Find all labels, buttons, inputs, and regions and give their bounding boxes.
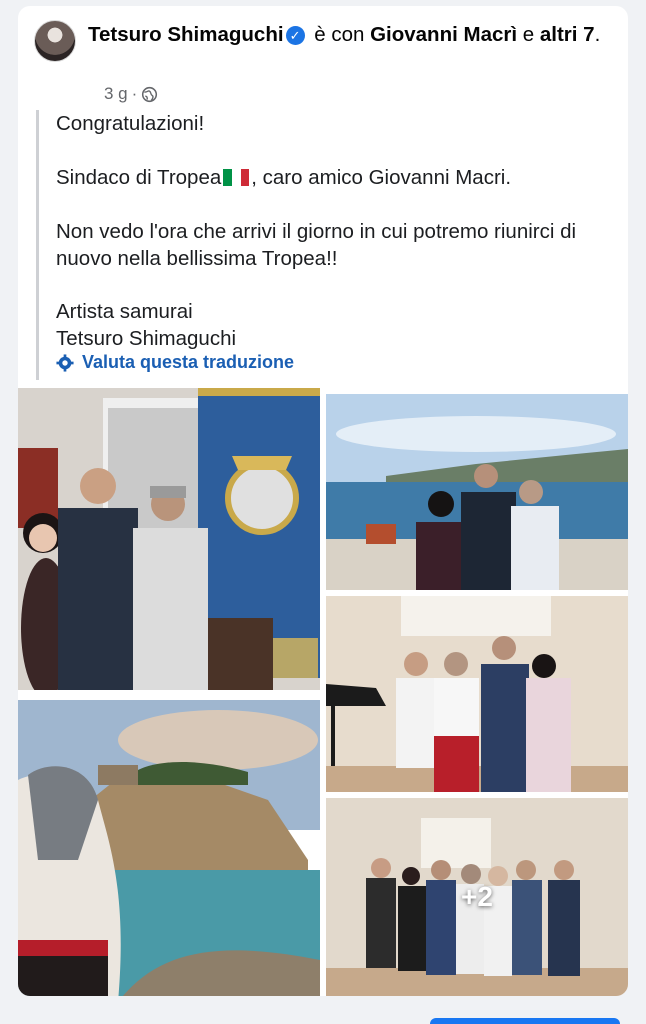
meta-separator: · [131,84,138,103]
text-line-3: Non vedo l'ora che arrivi il giorno in c… [56,220,577,270]
text-line-5: Tetsuro Shimaguchi [56,327,237,350]
and-text: e [522,23,535,46]
photo-sea-terrace[interactable] [326,394,628,590]
rate-translation-label: Valuta questa traduzione [82,352,295,372]
text-line-2: Sindaco di Tropea , caro amico Giovanni … [56,164,511,191]
post-title: Tetsuro Shimaguchi ✓ è con Giovanni Macrì… [88,20,608,50]
photo-gallery: +2 [18,388,628,996]
post-card: Tetsuro Shimaguchi ✓ è con Giovanni Macrì… [18,6,628,996]
text-line-4: Artista samurai [56,300,193,323]
post-meta: 3 g · [104,84,158,104]
photo-island-rock[interactable] [18,700,320,996]
avatar[interactable] [34,20,76,62]
photo-town-hall[interactable] [18,388,320,690]
photo-concert-hall[interactable] [326,596,628,792]
gear-icon [56,353,74,372]
more-photos-count[interactable]: +2 [326,798,628,996]
text-line-2a: Sindaco di Tropea [56,166,222,189]
with-text: è con [314,23,365,46]
others-link[interactable]: altri 7 [540,23,595,46]
post-header: Tetsuro Shimaguchi ✓ è con Giovanni Macrì… [34,18,614,108]
text-line-1: Congratulazioni! [56,112,205,135]
globe-icon[interactable] [141,86,158,103]
author-name[interactable]: Tetsuro Shimaguchi [88,23,284,46]
bottom-action-bar[interactable] [430,1018,620,1024]
period: . [594,23,601,46]
text-line-2b: , caro amico Giovanni Macri. [251,166,512,189]
verified-badge-icon: ✓ [285,26,305,45]
italy-flag-icon [223,169,250,186]
photo-group[interactable]: +2 [326,798,628,996]
timestamp[interactable]: 3 g [104,84,128,104]
translated-text: Congratulazioni! Sindaco di Tropea , car… [36,110,616,380]
rate-translation-link[interactable]: Valuta questa traduzione [56,352,294,373]
tagged-person-link[interactable]: Giovanni Macrì [370,23,517,46]
